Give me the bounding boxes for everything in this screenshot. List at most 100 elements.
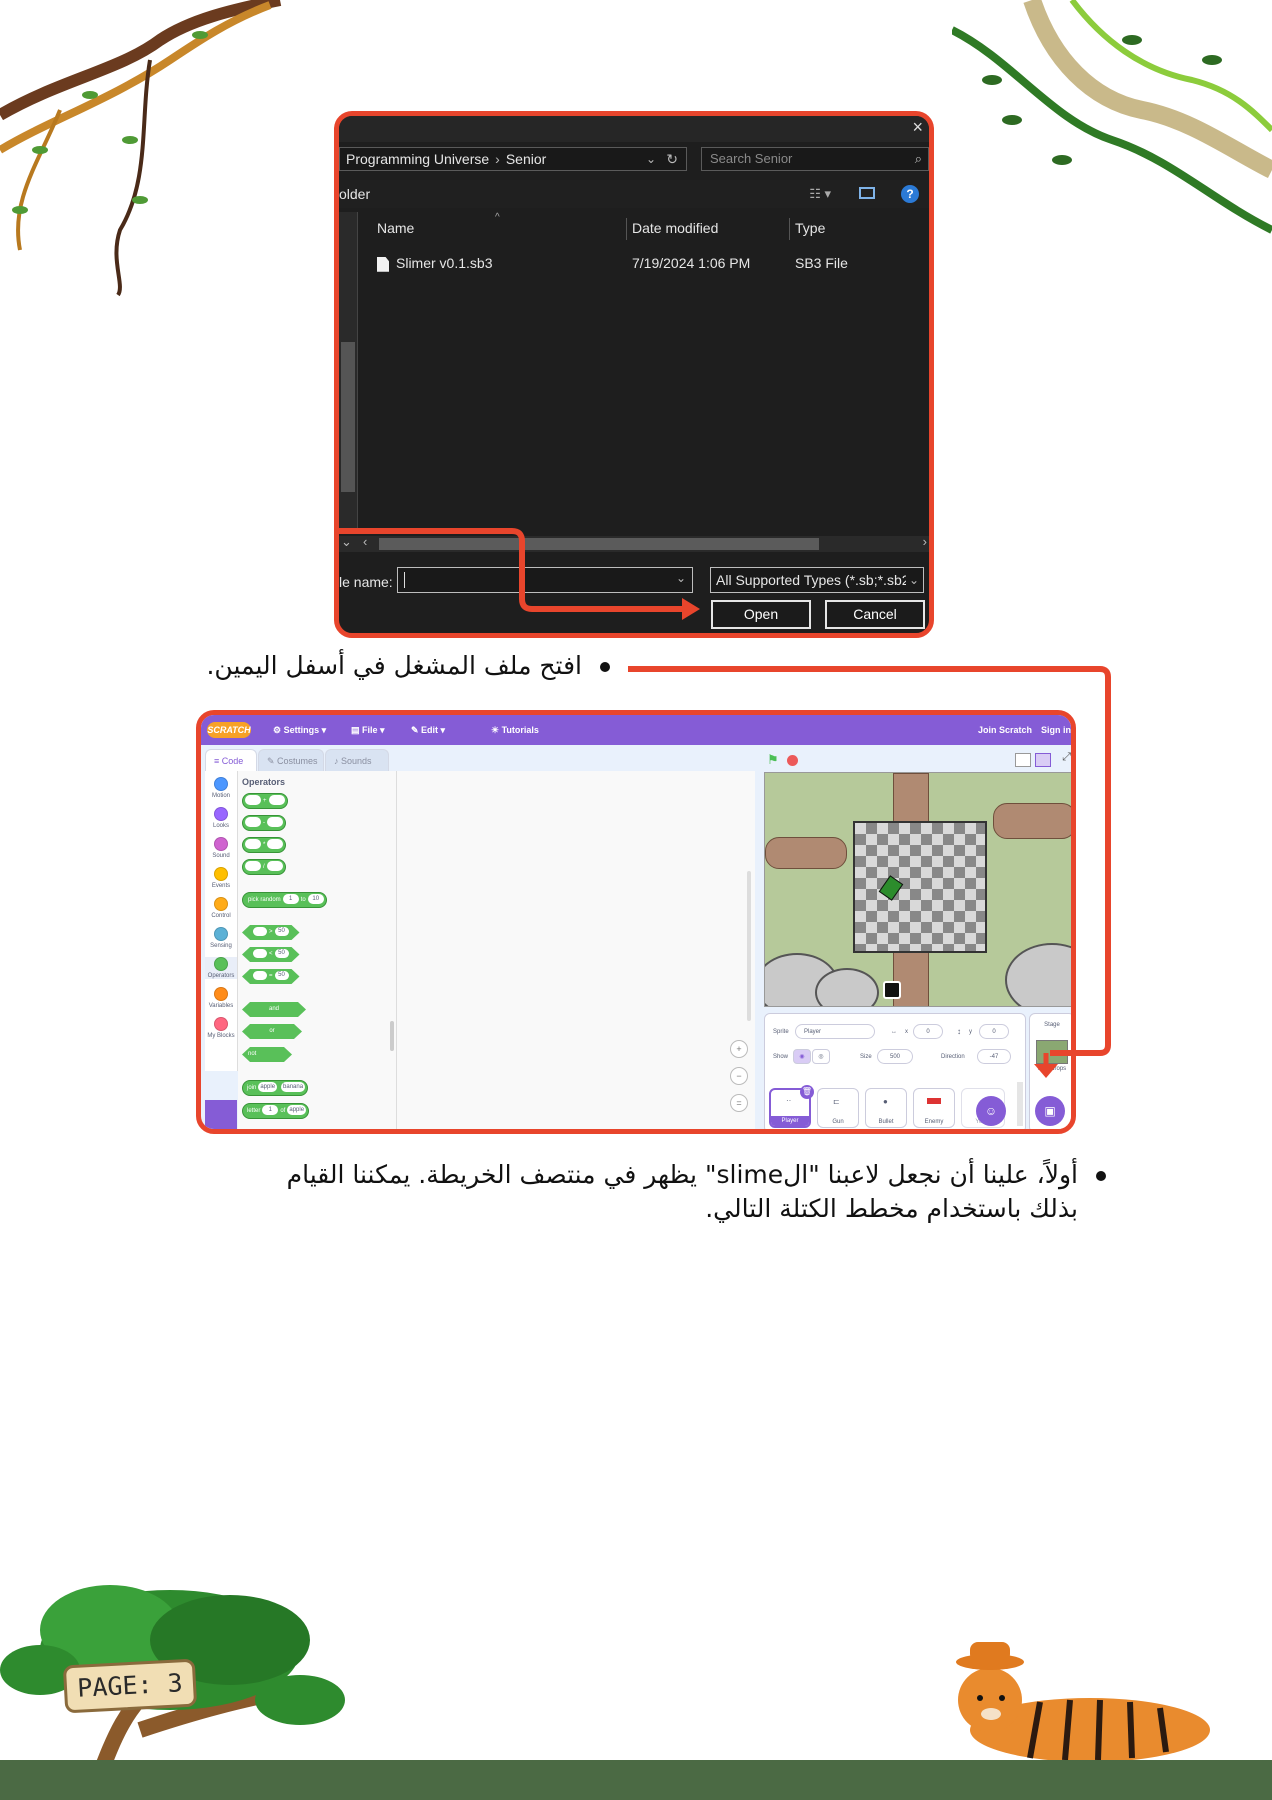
show-hidden-eye-icon[interactable]: ◎: [812, 1049, 830, 1064]
column-date-header[interactable]: Date modified: [632, 212, 718, 244]
direction-field[interactable]: -47: [977, 1049, 1011, 1064]
greater-than-block[interactable]: >50: [242, 925, 300, 940]
file-name-field[interactable]: ⌄: [397, 567, 693, 593]
large-stage-icon[interactable]: [1035, 753, 1051, 767]
category-my-blocks[interactable]: My Blocks: [205, 1017, 237, 1039]
search-icon[interactable]: ⌕: [915, 148, 922, 170]
new-folder-button[interactable]: older: [339, 186, 370, 202]
subtract-block[interactable]: -: [242, 815, 286, 831]
open-button[interactable]: Open: [711, 600, 811, 629]
block-input[interactable]: 50: [275, 927, 289, 936]
preview-pane-icon[interactable]: [859, 187, 875, 199]
navigation-pane[interactable]: [339, 212, 358, 530]
green-flag-icon[interactable]: ⚑: [767, 752, 779, 768]
scratch-logo[interactable]: SCRATCH: [207, 722, 251, 738]
category-operators[interactable]: Operators: [205, 957, 237, 979]
column-type-header[interactable]: Type: [795, 212, 825, 244]
tab-code[interactable]: ≡ Code: [205, 749, 257, 771]
stop-icon[interactable]: [787, 755, 798, 766]
choose-sprite-icon[interactable]: ☺: [976, 1096, 1006, 1126]
view-options-icon[interactable]: ☷ ▾: [809, 180, 831, 208]
category-motion[interactable]: Motion: [205, 777, 237, 799]
tab-costumes[interactable]: ✎ Costumes: [258, 749, 324, 771]
code-workspace[interactable]: [397, 771, 755, 1129]
add-block[interactable]: +: [242, 793, 288, 809]
sprite-card-bullet[interactable]: ● Bullet: [865, 1088, 907, 1128]
tutorials-menu[interactable]: ☀ Tutorials: [491, 715, 539, 745]
show-visible-eye-icon[interactable]: ◉: [793, 1049, 811, 1064]
small-stage-icon[interactable]: [1015, 753, 1031, 767]
navigation-scrollbar-thumb[interactable]: [341, 342, 355, 492]
category-events[interactable]: Events: [205, 867, 237, 889]
choose-backdrop-icon[interactable]: ▣: [1035, 1096, 1065, 1126]
zoom-in-icon[interactable]: +: [730, 1040, 748, 1058]
sprite-name-field[interactable]: Player: [795, 1024, 875, 1039]
block-input[interactable]: 50: [275, 971, 289, 980]
breadcrumb-programming-universe[interactable]: Programming Universe: [346, 151, 489, 167]
multiply-block[interactable]: *: [242, 837, 287, 853]
and-block[interactable]: and: [242, 1002, 306, 1017]
file-row[interactable]: Slimer v0.1.sb3 7/19/2024 1:06 PM SB3 Fi…: [357, 250, 929, 276]
sprite-list-scrollbar[interactable]: [1017, 1082, 1023, 1126]
less-than-block[interactable]: <50: [242, 947, 300, 962]
chevron-down-icon[interactable]: ⌄: [341, 534, 352, 550]
chevron-down-icon[interactable]: ⌄: [646, 148, 656, 170]
cancel-button[interactable]: Cancel: [825, 600, 925, 629]
block-input[interactable]: 50: [275, 949, 289, 958]
letter-of-block[interactable]: letter 1 of apple: [242, 1103, 310, 1119]
scroll-left-icon[interactable]: ‹: [363, 534, 367, 549]
sprite-card-player[interactable]: ·· Player 🗑: [769, 1085, 814, 1128]
horizontal-scrollbar[interactable]: ⌄ ‹ ›: [339, 534, 929, 552]
equals-block[interactable]: = 50: [242, 969, 300, 984]
category-control[interactable]: Control: [205, 897, 237, 919]
zoom-reset-icon[interactable]: =: [730, 1094, 748, 1112]
sprite-card-gun[interactable]: ⊏ Gun: [817, 1088, 859, 1128]
block-input[interactable]: 10: [307, 894, 324, 905]
divide-block[interactable]: /: [242, 859, 286, 875]
file-menu[interactable]: ▤ File ▾: [351, 715, 385, 745]
file-type-filter[interactable]: All Supported Types (*.sb;*.sb2; ⌄: [710, 567, 924, 593]
stage-canvas[interactable]: [764, 772, 1071, 1007]
close-icon[interactable]: ×: [912, 117, 923, 138]
delete-icon[interactable]: 🗑: [800, 1085, 814, 1099]
stage-thumbnail[interactable]: [1036, 1040, 1068, 1064]
refresh-icon[interactable]: ↻: [666, 148, 678, 170]
motion-icon: [214, 777, 228, 791]
help-icon[interactable]: ?: [901, 185, 919, 203]
scroll-right-icon[interactable]: ›: [923, 534, 927, 549]
settings-menu[interactable]: ⚙ Settings ▾: [273, 715, 326, 745]
address-bar[interactable]: Programming Universe › Senior ⌄ ↻: [339, 147, 687, 171]
chevron-down-icon[interactable]: ⌄: [905, 568, 919, 592]
x-field[interactable]: 0: [913, 1024, 943, 1039]
sprite-card-enemy[interactable]: Enemy: [913, 1088, 955, 1128]
block-input[interactable]: apple: [287, 1105, 307, 1116]
edit-menu[interactable]: ✎ Edit ▾: [411, 715, 445, 745]
fullscreen-icon[interactable]: ⤢: [1062, 751, 1071, 764]
add-extension-button[interactable]: [205, 1100, 237, 1129]
size-field[interactable]: 500: [877, 1049, 913, 1064]
pick-random-block[interactable]: pick random 1 to 10: [242, 892, 327, 908]
breadcrumb-senior[interactable]: Senior: [506, 151, 546, 167]
chevron-down-icon[interactable]: ⌄: [676, 571, 686, 585]
y-field[interactable]: 0: [979, 1024, 1009, 1039]
sign-in-link[interactable]: Sign in: [1041, 715, 1071, 745]
search-input[interactable]: Search Senior ⌕: [701, 147, 929, 171]
scrollbar-thumb[interactable]: [379, 538, 819, 550]
palette-scrollbar[interactable]: [390, 1021, 394, 1051]
join-block[interactable]: join apple banana: [242, 1080, 309, 1096]
or-block[interactable]: or: [242, 1024, 302, 1039]
block-input[interactable]: banana: [281, 1082, 306, 1093]
tab-sounds[interactable]: ♪ Sounds: [325, 749, 389, 771]
column-name-header[interactable]: Name: [377, 212, 414, 244]
category-sensing[interactable]: Sensing: [205, 927, 237, 949]
not-block[interactable]: not: [242, 1047, 292, 1062]
join-scratch-link[interactable]: Join Scratch: [978, 715, 1032, 745]
workspace-scrollbar[interactable]: [747, 871, 751, 1021]
category-variables[interactable]: Variables: [205, 987, 237, 1009]
category-looks[interactable]: Looks: [205, 807, 237, 829]
zoom-out-icon[interactable]: −: [730, 1067, 748, 1085]
block-input[interactable]: 1: [282, 894, 299, 905]
block-input[interactable]: 1: [262, 1105, 279, 1116]
block-input[interactable]: apple: [258, 1082, 278, 1093]
category-sound[interactable]: Sound: [205, 837, 237, 859]
